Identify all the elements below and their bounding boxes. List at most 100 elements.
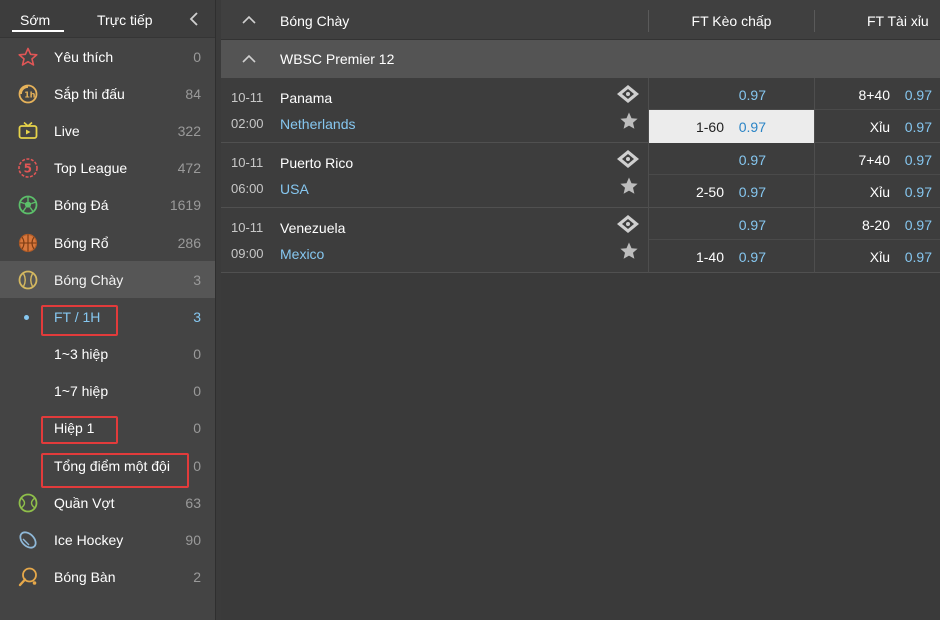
handicap-line: 1-40 [695, 249, 724, 265]
sidebar-item-top-league[interactable]: 5 Top League 472 [0, 150, 215, 187]
match-time: 06:00 [231, 181, 264, 196]
match-time: 02:00 [231, 116, 264, 131]
total-line: 8-20 [861, 217, 890, 233]
sidebar-item-count: 472 [177, 160, 201, 177]
sub-item-innings-1-3[interactable]: 1~3 hiệp 0 [0, 336, 215, 373]
sidebar-item-label: Bóng Đá [54, 197, 109, 214]
chevron-left-icon [189, 12, 198, 26]
match-date: 10-11 [231, 220, 264, 235]
away-team[interactable]: Netherlands [280, 116, 356, 132]
sub-item-inning-1[interactable]: Hiệp 1 0 [0, 410, 215, 447]
sidebar-item-live[interactable]: Live 322 [0, 112, 215, 149]
odds-value: 0.97 [738, 217, 766, 233]
sidebar-item-favorites[interactable]: Yêu thích 0 [0, 38, 215, 75]
home-team[interactable]: Puerto Rico [280, 155, 353, 171]
selected-dot [24, 314, 29, 320]
collapse-sidebar-button[interactable] [186, 11, 202, 27]
sidebar-item-count: 84 [185, 85, 201, 102]
svg-text:5: 5 [24, 162, 32, 176]
odds-value: 0.97 [738, 184, 766, 200]
tennis-ball-icon [17, 492, 39, 514]
chevron-up-icon[interactable] [241, 13, 257, 31]
sidebar-item-count: 322 [177, 122, 201, 139]
odds-value: 0.97 [904, 184, 932, 200]
odds-cell-over[interactable]: 7+40 0.97 [815, 143, 940, 175]
sidebar-item-label: Ice Hockey [54, 532, 124, 549]
home-team[interactable]: Venezuela [280, 220, 345, 236]
sidebar-item-count: 0 [193, 48, 201, 65]
baseball-icon [17, 269, 39, 291]
sidebar-item-label: Bóng Bàn [54, 569, 116, 586]
field-view-icon[interactable] [616, 84, 640, 104]
odds-cell-handicap-away[interactable]: 2-50 0.97 [649, 175, 814, 208]
odds-cell-under[interactable]: Xỉu 0.97 [815, 175, 940, 208]
sidebar-item-tennis[interactable]: Quần Vợt 63 [0, 484, 215, 521]
away-team[interactable]: Mexico [280, 246, 324, 262]
basketball-icon [17, 232, 39, 254]
sidebar-item-soccer[interactable]: Bóng Đá 1619 [0, 187, 215, 224]
sub-item-label: 1~7 hiệp [54, 383, 109, 400]
league-name: WBSC Premier 12 [280, 51, 395, 67]
sidebar-item-table-tennis[interactable]: Bóng Bàn 2 [0, 559, 215, 596]
sidebar-item-label: Yêu thích [54, 48, 114, 65]
tab-early-label: Sớm [20, 12, 51, 28]
sub-item-count: 0 [193, 420, 201, 437]
odds-value: 0.97 [904, 217, 932, 233]
field-view-icon[interactable] [616, 214, 640, 234]
sidebar-item-label: Top League [54, 160, 128, 177]
tab-live[interactable]: Trực tiếp [97, 0, 153, 38]
under-label: Xỉu [869, 119, 890, 135]
soccer-ball-icon [17, 194, 39, 216]
favorite-star-icon[interactable] [619, 176, 639, 196]
away-team[interactable]: USA [280, 181, 309, 197]
odds-value: 0.97 [904, 249, 932, 265]
favorite-star-icon[interactable] [619, 241, 639, 261]
total-line: 8+40 [858, 87, 890, 103]
odds-cell-handicap-away[interactable]: 1-40 0.97 [649, 240, 814, 273]
home-team[interactable]: Panama [280, 90, 332, 106]
sidebar-item-ice-hockey[interactable]: Ice Hockey 90 [0, 521, 215, 558]
odds-cell-handicap-home[interactable]: 0.97 [649, 208, 814, 240]
sub-item-ft-1h[interactable]: FT / 1H 3 [0, 298, 215, 335]
sub-item-innings-1-7[interactable]: 1~7 hiệp 0 [0, 373, 215, 410]
odds-value: 0.97 [738, 249, 766, 265]
league-header[interactable]: WBSC Premier 12 [221, 40, 940, 78]
sidebar-item-baseball[interactable]: Bóng Chày 3 [0, 261, 215, 299]
sub-item-label: 1~3 hiệp [54, 346, 109, 363]
match-time: 09:00 [231, 246, 264, 261]
field-view-icon[interactable] [616, 149, 640, 169]
handicap-line: 1-60 [695, 119, 724, 135]
sport-header: Bóng Chày FT Kèo chấp FT Tài xỉu [221, 0, 940, 40]
odds-value: 0.97 [904, 87, 932, 103]
sub-item-label: FT / 1H [54, 308, 101, 325]
sub-item-count: 3 [193, 308, 201, 325]
odds-cell-over[interactable]: 8-20 0.97 [815, 208, 940, 240]
sub-item-count: 0 [193, 457, 201, 474]
five-badge-icon: 5 [17, 157, 39, 179]
odds-cell-under[interactable]: Xỉu 0.97 [815, 240, 940, 273]
odds-cell-handicap-away[interactable]: 1-60 0.97 [649, 110, 814, 143]
main-panel: Bóng Chày FT Kèo chấp FT Tài xỉu WBSC Pr… [221, 0, 940, 620]
sidebar-item-upcoming[interactable]: 1h Sắp thi đấu 84 [0, 75, 215, 112]
tab-live-label: Trực tiếp [97, 12, 153, 28]
svg-text:1h: 1h [24, 90, 36, 99]
sub-item-count: 0 [193, 383, 201, 400]
sidebar-item-basketball[interactable]: Bóng Rổ 286 [0, 224, 215, 261]
sidebar-item-label: Bóng Chày [54, 271, 124, 288]
match-date: 10-11 [231, 155, 264, 170]
match-row: 10-11 06:00 Puerto Rico USA 0.97 2-50 0.… [221, 143, 940, 208]
odds-cell-handicap-home[interactable]: 0.97 [649, 143, 814, 175]
handicap-odds-column: 0.97 2-50 0.97 [648, 143, 814, 208]
favorite-star-icon[interactable] [619, 111, 639, 131]
odds-cell-handicap-home[interactable]: 0.97 [649, 78, 814, 110]
sidebar-item-label: Live [54, 122, 80, 139]
odds-cell-over[interactable]: 8+40 0.97 [815, 78, 940, 110]
match-row: 10-11 02:00 Panama Netherlands 0.97 1-60… [221, 78, 940, 143]
tab-early[interactable]: Sớm [12, 0, 64, 38]
column-header-over-under: FT Tài xỉu [814, 10, 940, 32]
sub-item-label: Hiệp 1 [54, 420, 95, 437]
table-tennis-icon [17, 566, 39, 588]
sub-item-team-total[interactable]: Tổng điểm một đội 0 [0, 447, 215, 484]
odds-cell-under[interactable]: Xỉu 0.97 [815, 110, 940, 143]
sidebar-item-label: Quần Vợt [54, 494, 115, 511]
